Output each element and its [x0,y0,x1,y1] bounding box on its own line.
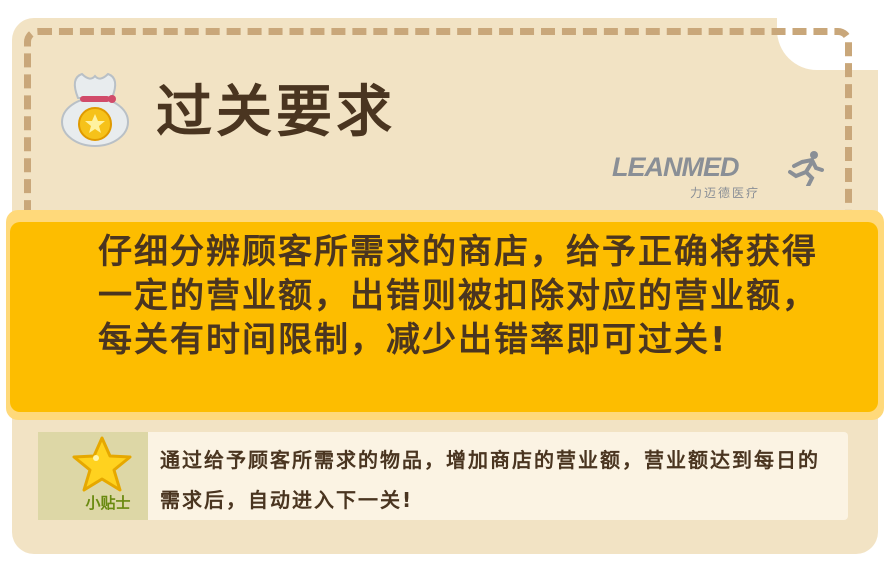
money-pouch-icon [60,66,130,148]
tip-text: 通过给予顾客所需求的物品，增加商店的营业额，营业额达到每日的需求后，自动进入下一… [160,448,820,512]
brand-logo: LEANMED 力迈德医疗 [612,151,832,200]
star-icon [72,436,132,492]
brand-subtitle: 力迈德医疗 [690,186,761,200]
tip-label: 小贴士 [85,494,131,512]
runner-icon [788,151,824,186]
brand-name: LEANMED [612,152,739,182]
page-title: 过关要求 [156,79,396,145]
rules-text: 仔细分辨顾客所需求的商店，给予正确将获得一定的营业额，出错则被扣除对应的营业额，… [98,232,818,360]
title-area: 过关要求 [60,62,396,152]
